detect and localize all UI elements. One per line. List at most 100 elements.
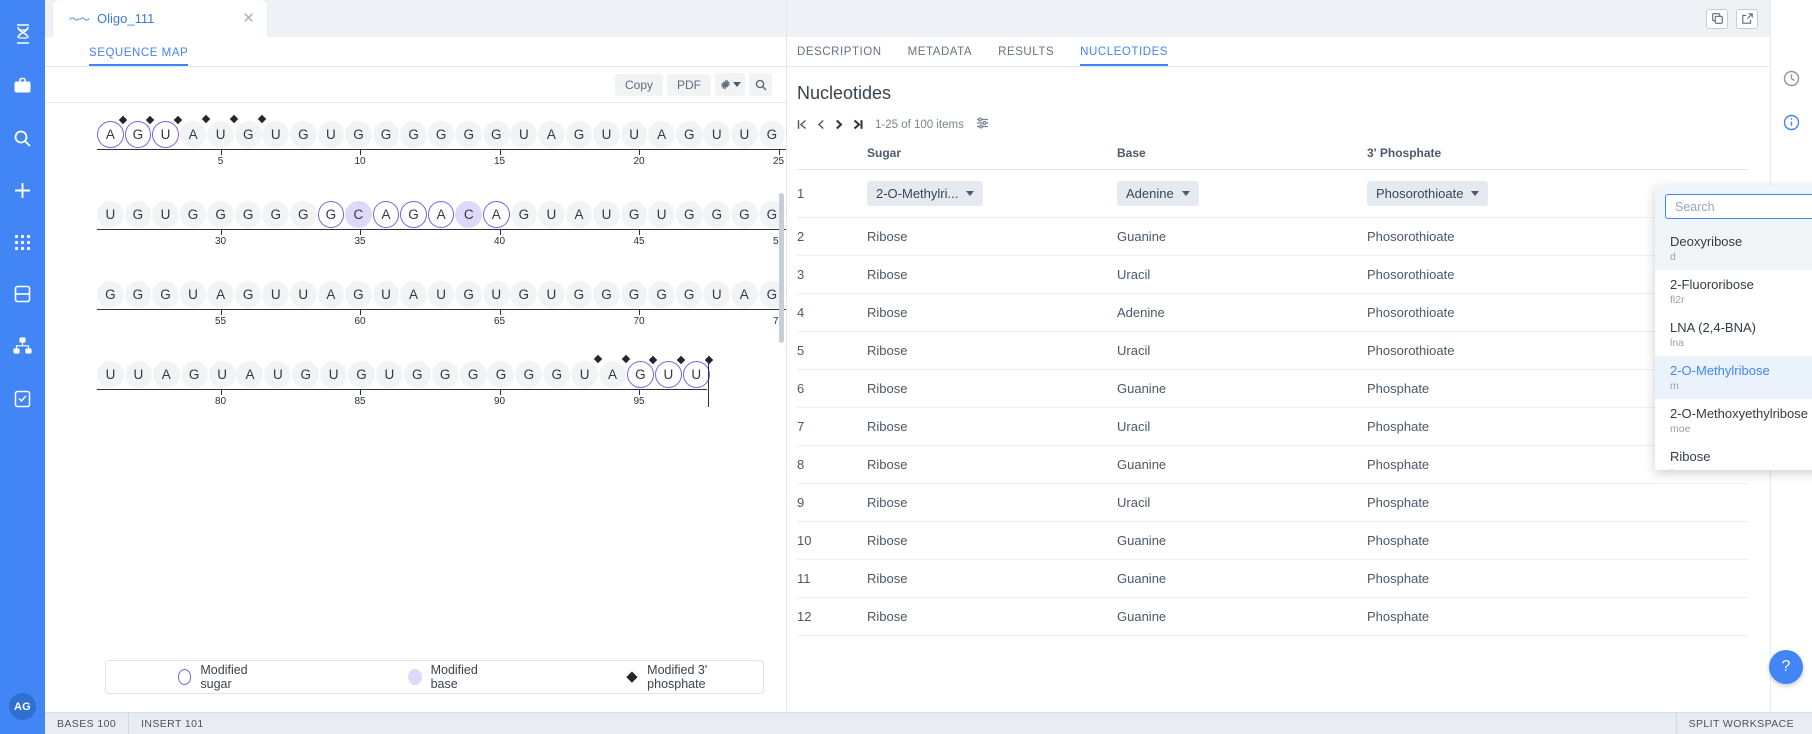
- tab-results[interactable]: RESULTS: [998, 46, 1054, 66]
- sequence-base[interactable]: G: [124, 200, 152, 228]
- sequence-base[interactable]: A: [648, 120, 675, 148]
- sequence-base[interactable]: U: [571, 354, 603, 388]
- sequence-base[interactable]: G: [565, 120, 593, 148]
- dropdown-option[interactable]: LNA (2,4-BNA) lna: [1655, 313, 1812, 356]
- sequence-base[interactable]: G: [317, 200, 345, 228]
- base-cell[interactable]: Guanine: [1117, 445, 1367, 484]
- sequence-base[interactable]: G: [675, 280, 703, 308]
- copy-panel-icon[interactable]: [1706, 8, 1728, 29]
- sequence-base[interactable]: U: [482, 280, 510, 308]
- sequence-base[interactable]: G: [455, 280, 482, 308]
- sequence-base[interactable]: G: [648, 280, 675, 308]
- sugar-cell[interactable]: Ribose: [867, 559, 1117, 598]
- sequence-base[interactable]: U: [538, 200, 565, 228]
- sequence-base[interactable]: G: [124, 280, 152, 308]
- help-button[interactable]: ?: [1769, 650, 1803, 684]
- base-cell[interactable]: Guanine: [1117, 217, 1367, 256]
- base-cell[interactable]: Uracil: [1117, 407, 1367, 446]
- table-row[interactable]: 12 Ribose Guanine Phosphate: [797, 597, 1748, 636]
- sugar-cell[interactable]: Ribose: [867, 369, 1117, 408]
- sequence-base[interactable]: A: [207, 280, 234, 308]
- sequence-base[interactable]: G: [234, 114, 266, 148]
- sequence-base[interactable]: G: [262, 200, 290, 228]
- base-cell[interactable]: Guanine: [1117, 521, 1367, 560]
- dropdown-option[interactable]: Deoxyribose d: [1655, 227, 1812, 270]
- sequence-base[interactable]: G: [179, 200, 207, 228]
- sequence-base[interactable]: C: [455, 200, 483, 228]
- sequence-base[interactable]: G: [207, 200, 234, 228]
- sequence-base[interactable]: G: [431, 360, 459, 388]
- avatar[interactable]: AG: [9, 693, 36, 720]
- sequence-base[interactable]: G: [292, 360, 320, 388]
- sequence-base[interactable]: G: [487, 360, 515, 388]
- sequence-base[interactable]: U: [538, 280, 565, 308]
- table-row[interactable]: 3 Ribose Uracil Phosorothioate: [797, 255, 1748, 294]
- sequence-base[interactable]: U: [320, 360, 348, 388]
- dropdown-option[interactable]: 2-O-Methoxyethylribose moe: [1655, 399, 1812, 442]
- search-icon[interactable]: [0, 112, 45, 164]
- sequence-base[interactable]: G: [180, 360, 208, 388]
- sequence-base[interactable]: A: [538, 120, 565, 148]
- base-cell[interactable]: Uracil: [1117, 331, 1367, 370]
- dna-icon[interactable]: [0, 8, 45, 60]
- table-row[interactable]: 7 Ribose Uracil Phosphate: [797, 407, 1748, 446]
- sequence-base[interactable]: A: [179, 114, 211, 148]
- sliders-icon[interactable]: [976, 116, 989, 134]
- base-cell[interactable]: Guanine: [1117, 369, 1367, 408]
- sequence-base[interactable]: U: [372, 280, 400, 308]
- sequence-base[interactable]: G: [565, 280, 593, 308]
- sugar-cell[interactable]: Ribose: [867, 217, 1117, 256]
- sequence-base[interactable]: G: [400, 200, 427, 228]
- base-cell[interactable]: Uracil: [1117, 255, 1367, 294]
- sequence-base[interactable]: A: [730, 280, 758, 308]
- sugar-cell[interactable]: Ribose: [867, 293, 1117, 332]
- prev-page-icon[interactable]: [817, 119, 825, 132]
- history-icon[interactable]: [1783, 70, 1800, 92]
- sequence-base[interactable]: U: [264, 360, 292, 388]
- sequence-base[interactable]: U: [97, 200, 124, 228]
- sequence-base[interactable]: U: [620, 120, 648, 148]
- table-row[interactable]: 5 Ribose Uracil Phosorothioate: [797, 331, 1748, 370]
- first-page-icon[interactable]: [797, 119, 807, 132]
- pdf-button[interactable]: PDF: [667, 73, 711, 96]
- sequence-base[interactable]: A: [599, 354, 631, 388]
- table-row[interactable]: 8 Ribose Guanine Phosphate: [797, 445, 1748, 484]
- table-row[interactable]: 11 Ribose Guanine Phosphate: [797, 559, 1748, 598]
- sequence-base[interactable]: G: [345, 120, 372, 148]
- sequence-base[interactable]: A: [317, 280, 345, 308]
- sequence-base[interactable]: U: [703, 120, 731, 148]
- plus-icon[interactable]: [0, 164, 45, 216]
- dropdown-option[interactable]: 2-Fluororibose fl2r: [1655, 270, 1812, 313]
- sugar-cell[interactable]: 2-O-Methylri...: [867, 169, 1117, 218]
- sequence-base[interactable]: U: [730, 120, 758, 148]
- table-row[interactable]: 1 2-O-Methylri... Adenine Phosorothioate: [797, 169, 1748, 218]
- sequence-base[interactable]: U: [179, 280, 207, 308]
- sequence-base[interactable]: U: [593, 200, 620, 228]
- sequence-base[interactable]: A: [372, 200, 400, 228]
- sequence-base[interactable]: A: [482, 200, 510, 228]
- sequence-base[interactable]: G: [400, 120, 427, 148]
- sugar-dropdown-menu[interactable]: Deoxyribose d 2-Fluororibose fl2r LNA (2,4-B…: [1655, 186, 1812, 470]
- sequence-base[interactable]: G: [510, 200, 538, 228]
- sequence-base[interactable]: A: [400, 280, 427, 308]
- sequence-base[interactable]: G: [482, 120, 510, 148]
- sequence-base[interactable]: U: [682, 355, 713, 388]
- sequence-base[interactable]: G: [620, 280, 648, 308]
- sequence-base[interactable]: U: [152, 200, 179, 228]
- tab-sequence-map[interactable]: SEQUENCE MAP: [89, 47, 189, 66]
- sequence-base[interactable]: G: [459, 360, 487, 388]
- hierarchy-icon[interactable]: [0, 320, 45, 372]
- sequence-base[interactable]: G: [427, 120, 455, 148]
- sugar-cell[interactable]: Ribose: [867, 331, 1117, 370]
- clipboard-check-icon[interactable]: [0, 372, 45, 424]
- copy-button[interactable]: Copy: [614, 73, 663, 96]
- sequence-base[interactable]: G: [455, 120, 483, 148]
- sequence-base[interactable]: G: [703, 200, 731, 228]
- sugar-cell[interactable]: Ribose: [867, 483, 1117, 522]
- phosphate-cell-select[interactable]: Phosorothioate: [1367, 181, 1489, 206]
- briefcase-icon[interactable]: [0, 60, 45, 112]
- table-row[interactable]: 10 Ribose Guanine Phosphate: [797, 521, 1748, 560]
- close-icon[interactable]: ✕: [242, 11, 255, 26]
- sequence-base[interactable]: A: [97, 115, 127, 148]
- info-icon[interactable]: [1783, 114, 1800, 136]
